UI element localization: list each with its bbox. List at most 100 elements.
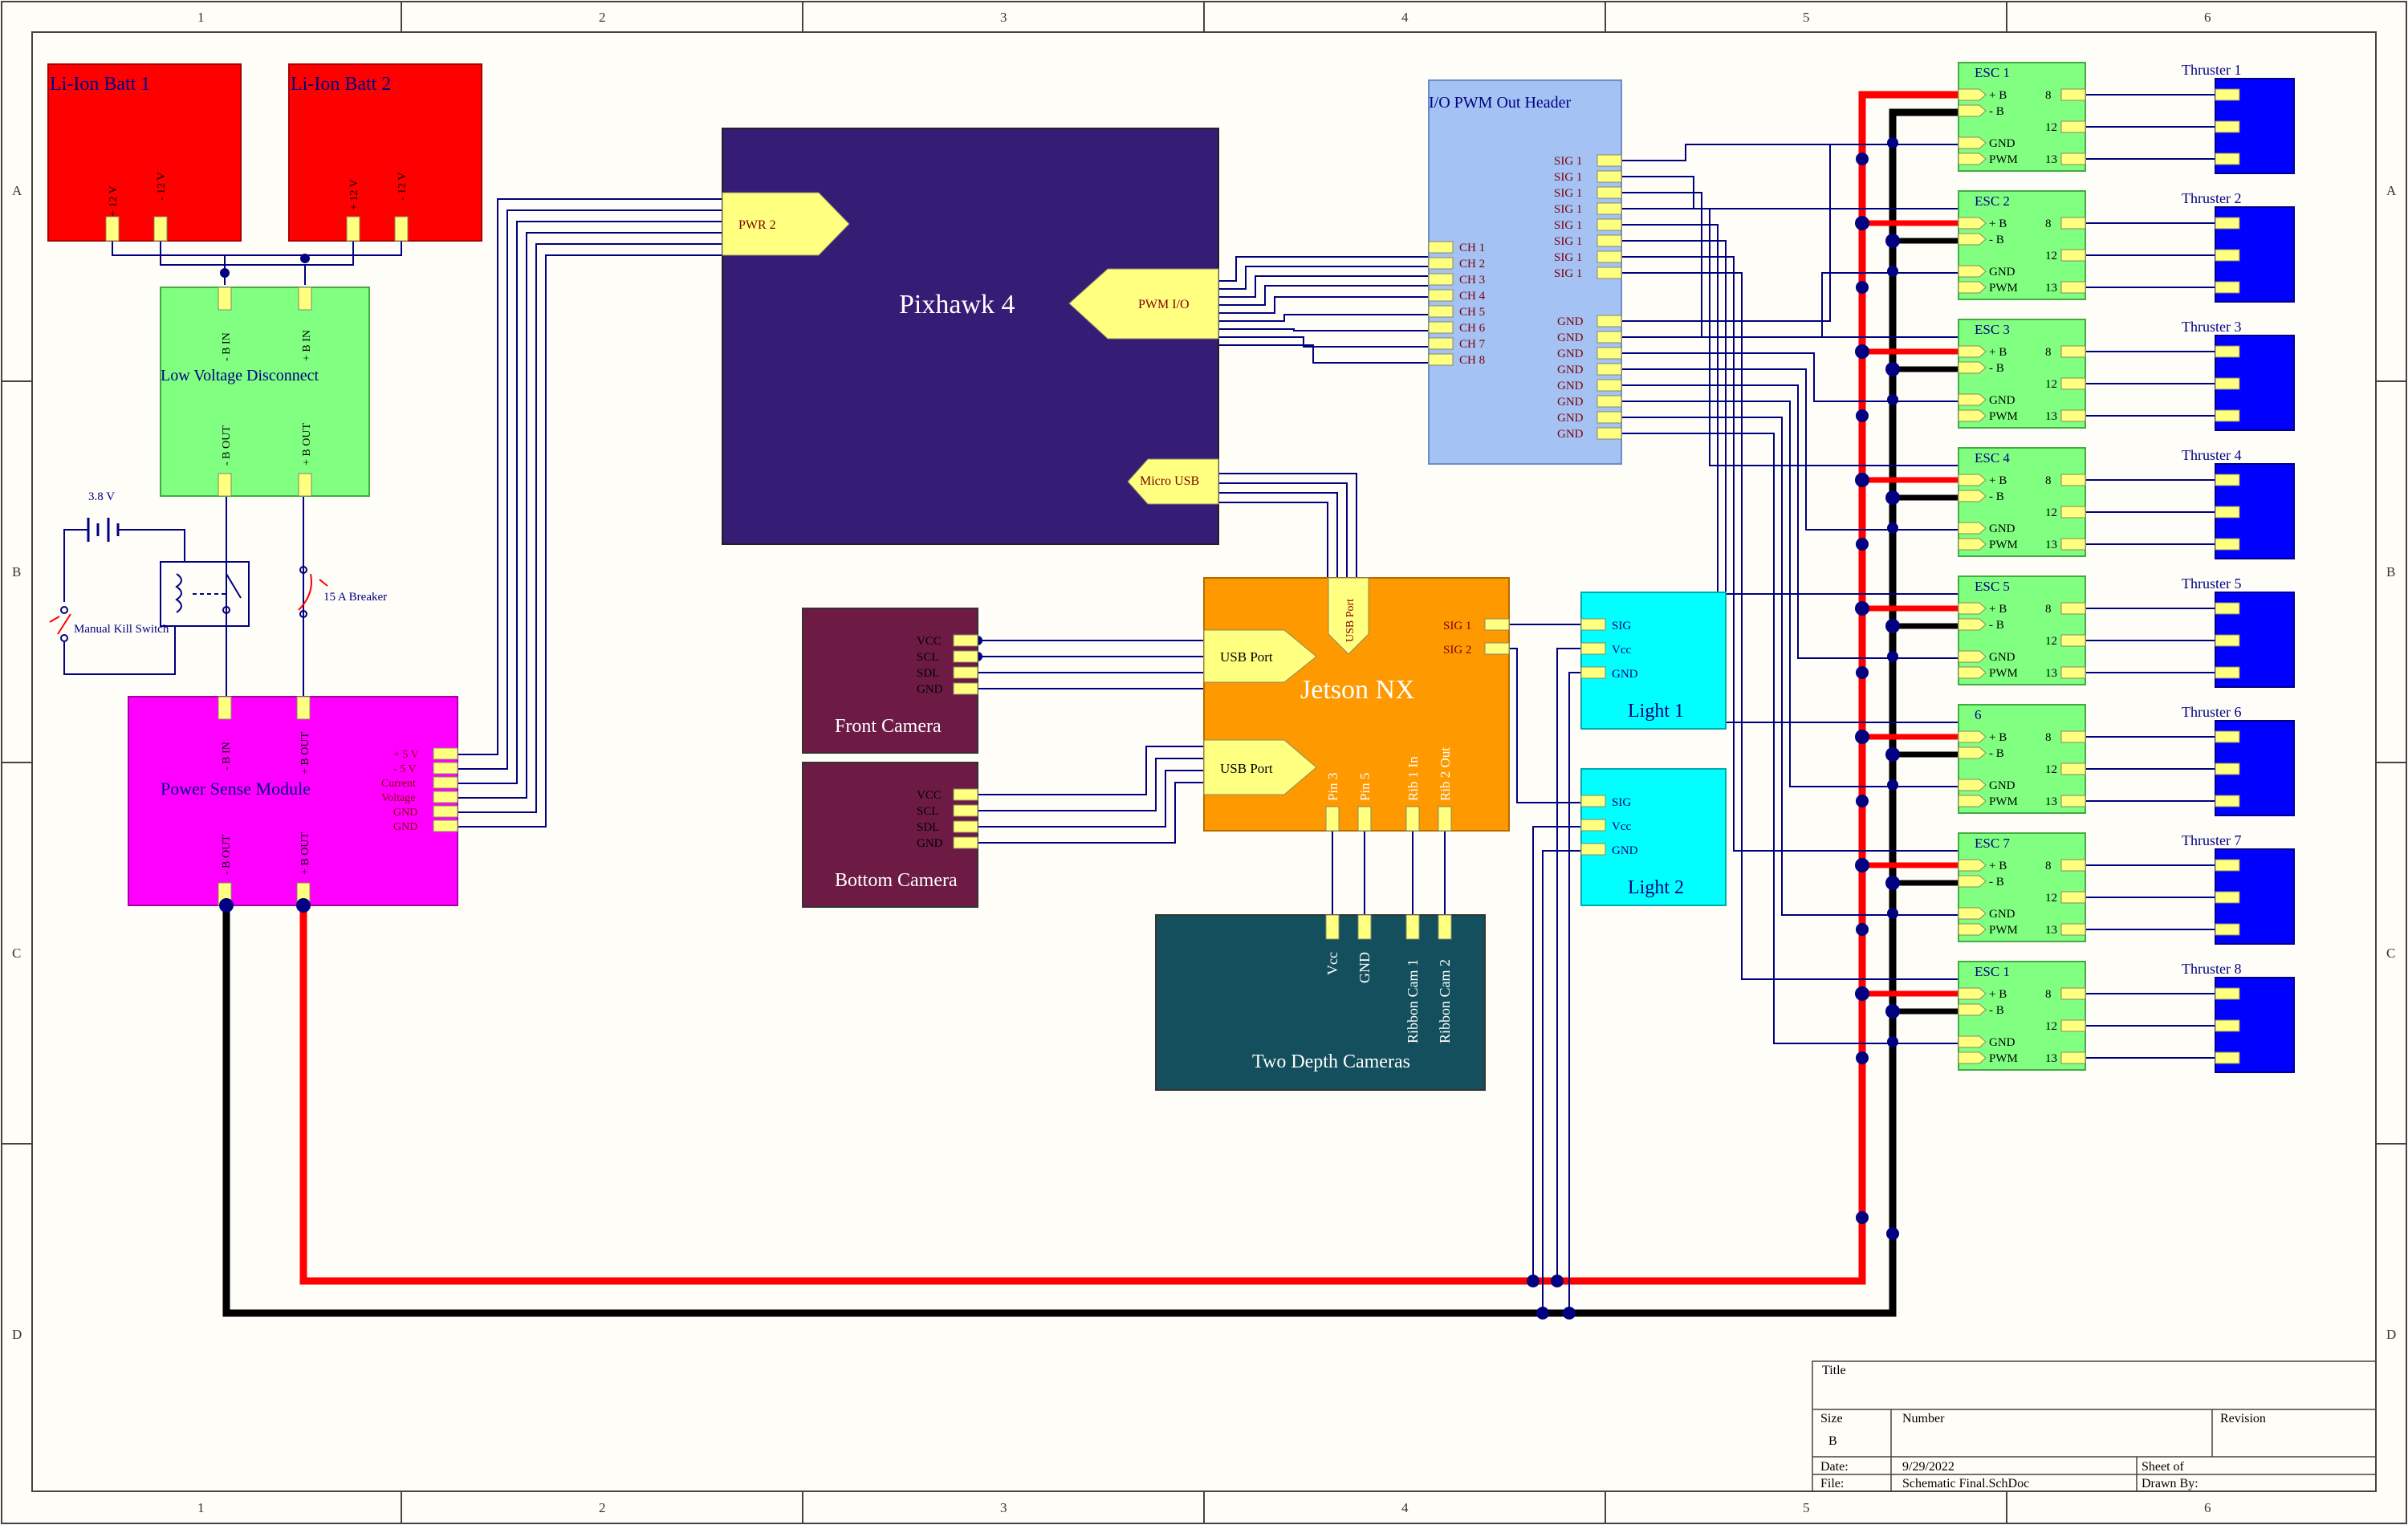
- esc-out-label: 8: [2045, 988, 2052, 1001]
- esc-1: ESC 1 + B - B GND PWM 8 12 13: [1958, 62, 2086, 172]
- relay-battery-label: 3.8 V: [88, 490, 115, 503]
- thruster-pin: [2215, 1051, 2240, 1064]
- title-block-sheet: Sheet of: [2142, 1460, 2185, 1474]
- camera-pin-label: SCL: [917, 805, 939, 818]
- io-sig-label: SIG 1: [1554, 251, 1582, 264]
- camera-pin: [953, 650, 978, 663]
- low-voltage-disconnect: Low Voltage Disconnect - B IN + B IN - B…: [160, 287, 370, 497]
- esc-8: ESC 1 + B - B GND PWM 8 12 13: [1958, 961, 2086, 1071]
- junction-dot: [1855, 473, 1869, 487]
- psm-title: Power Sense Module: [161, 779, 311, 799]
- junction-dot: [1885, 362, 1900, 376]
- esc-out-pin: [2060, 120, 2086, 133]
- light-1-title: Light 1: [1628, 701, 1684, 722]
- svg-text:3: 3: [1000, 1500, 1007, 1515]
- esc-pin-label: + B: [1989, 860, 2007, 872]
- esc-pin-label: PWM: [1989, 667, 2018, 680]
- esc-pin: [1958, 987, 1987, 1000]
- svg-text:D: D: [2386, 1327, 2396, 1342]
- esc-out-pin: [2060, 345, 2086, 358]
- esc-out-pin: [2060, 409, 2086, 422]
- svg-text:PWM I/O: PWM I/O: [1138, 298, 1190, 311]
- esc-title: ESC 7: [1975, 836, 2010, 851]
- svg-text:- B OUT: - B OUT: [221, 425, 233, 466]
- esc-title: ESC 3: [1975, 322, 2010, 337]
- battery-2-pin-neg: - 12 V: [397, 172, 409, 201]
- esc-pin: [1958, 779, 1987, 791]
- svg-text:Current: Current: [381, 778, 416, 790]
- esc-pin: [1958, 409, 1987, 422]
- svg-text:2: 2: [599, 1500, 606, 1515]
- esc-title: ESC 2: [1975, 193, 2010, 209]
- io-gnd-pin: [1597, 411, 1622, 424]
- camera-pin-label: VCC: [917, 635, 942, 648]
- esc-pin: [1958, 1035, 1987, 1048]
- esc-out-pin: [2060, 859, 2086, 872]
- esc-out-label: 13: [2045, 410, 2057, 423]
- thruster-pin: [2215, 795, 2240, 807]
- thruster-pin: [2215, 120, 2240, 133]
- io-ch-pin: [1428, 321, 1454, 334]
- io-ch-pin: [1428, 273, 1454, 286]
- esc-out-label: 8: [2045, 346, 2052, 359]
- esc-pin: [1958, 1003, 1987, 1016]
- esc-pin-label: PWM: [1989, 410, 2018, 423]
- junction-dot: [1856, 795, 1869, 807]
- svg-text:A: A: [12, 183, 22, 198]
- esc-pin-label: PWM: [1989, 153, 2018, 166]
- esc-pin-label: - B: [1989, 1004, 2004, 1017]
- esc-out-label: 13: [2045, 1052, 2057, 1065]
- camera-pin-label: SDL: [917, 667, 939, 680]
- thruster-pin: [2215, 602, 2240, 615]
- front-camera: Front Camera VCC SCL SDL GND: [802, 608, 978, 754]
- esc-pin: [1958, 666, 1987, 679]
- esc-out-pin: [2060, 891, 2086, 904]
- esc-pin: [1958, 522, 1987, 535]
- io-sig-pin: [1597, 218, 1622, 231]
- junction-dot: [1856, 152, 1869, 165]
- svg-text:Pin 3: Pin 3: [1325, 773, 1340, 801]
- battery-1-pin-neg: - 12 V: [156, 172, 168, 201]
- io-gnd-label: GND: [1557, 315, 1584, 328]
- thruster-pin: [2215, 409, 2240, 422]
- thruster-title: Thruster 3: [2182, 319, 2241, 335]
- esc-3: ESC 3 + B - B GND PWM 8 12 13: [1958, 319, 2086, 429]
- svg-text:- B OUT: - B OUT: [221, 835, 233, 875]
- esc-pin-label: - B: [1989, 876, 2004, 889]
- io-ch-label: CH 6: [1459, 322, 1486, 335]
- svg-text:+ 5 V: + 5 V: [393, 749, 419, 761]
- junction-dot: [1885, 1004, 1900, 1019]
- svg-text:6: 6: [2204, 10, 2211, 25]
- svg-text:A: A: [2386, 183, 2397, 198]
- svg-text:+ B OUT: + B OUT: [301, 423, 313, 466]
- io-ch-label: CH 7: [1459, 338, 1486, 351]
- esc-out-pin: [2060, 666, 2086, 679]
- svg-text:GND: GND: [1612, 668, 1638, 681]
- svg-text:6: 6: [2204, 1500, 2211, 1515]
- esc-out-pin: [2060, 538, 2086, 551]
- esc-out-label: 13: [2045, 153, 2057, 166]
- esc-pin-label: + B: [1989, 988, 2007, 1001]
- camera-pin-label: GND: [917, 837, 943, 850]
- io-sig-pin: [1597, 234, 1622, 247]
- junction-dot: [1856, 281, 1869, 294]
- esc-pin-label: GND: [1989, 137, 2015, 150]
- junction-dot: [1856, 923, 1869, 936]
- junction-dot: [1856, 1051, 1869, 1064]
- esc-pin: [1958, 602, 1987, 615]
- io-sig-label: SIG 1: [1554, 235, 1582, 248]
- io-pwm-out-header: I/O PWM Out Header CH 1 CH 2 CH 3 CH 4 CH 5 C…: [1428, 79, 1622, 465]
- esc-out-pin: [2060, 1051, 2086, 1064]
- svg-text:1: 1: [197, 1500, 205, 1515]
- esc-pin-label: + B: [1989, 603, 2007, 616]
- io-sig-pin: [1597, 202, 1622, 215]
- io-ch-pin: [1428, 289, 1454, 302]
- io-ch-label: CH 2: [1459, 258, 1485, 270]
- thruster-pin: [2215, 923, 2240, 936]
- svg-text:GND: GND: [1612, 844, 1638, 857]
- esc-pin-label: PWM: [1989, 282, 2018, 295]
- svg-text:5: 5: [1803, 10, 1810, 25]
- jetson-nx: Jetson NX USB Port USB Port USB Port SIG…: [1203, 577, 1510, 832]
- io-gnd-pin: [1597, 331, 1622, 344]
- svg-text:- B IN: - B IN: [221, 742, 233, 771]
